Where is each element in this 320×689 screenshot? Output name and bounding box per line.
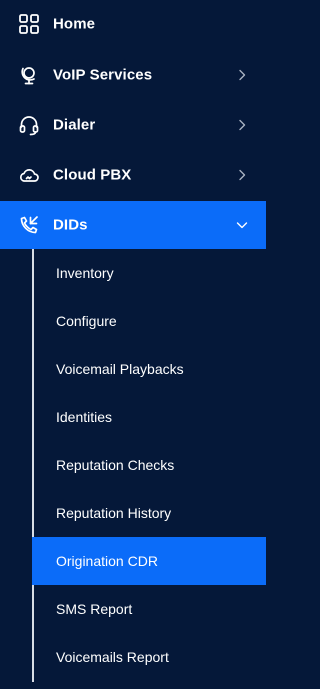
submenu-item-inventory[interactable]: Inventory <box>32 249 266 297</box>
sidebar-item-dids[interactable]: DIDs <box>0 201 266 249</box>
sidebar-item-label: Cloud PBX <box>53 166 132 184</box>
sidebar-item-cloud-pbx[interactable]: Cloud PBX <box>0 151 266 199</box>
chevron-right-icon <box>239 169 246 181</box>
sidebar-item-voip-services[interactable]: VoIP Services <box>0 51 266 99</box>
submenu-item-voicemail-playbacks[interactable]: Voicemail Playbacks <box>32 345 266 393</box>
submenu-item-label: Inventory <box>56 265 114 281</box>
chevron-right-icon <box>239 119 246 131</box>
submenu-item-voicemails-report[interactable]: Voicemails Report <box>32 633 266 681</box>
chevron-down-icon <box>236 222 248 229</box>
submenu-item-reputation-checks[interactable]: Reputation Checks <box>32 441 266 489</box>
submenu-item-sms-report[interactable]: SMS Report <box>32 585 266 633</box>
submenu-item-label: Voicemails Report <box>56 649 169 665</box>
phone-incoming-icon <box>20 216 38 234</box>
sidebar-item-dialer[interactable]: Dialer <box>0 101 266 149</box>
headset-icon <box>19 116 39 136</box>
globe-stand-icon <box>21 67 35 85</box>
submenu-item-label: Reputation Checks <box>56 457 175 473</box>
submenu-item-reputation-history[interactable]: Reputation History <box>32 489 266 537</box>
sidebar-item-label: Home <box>53 15 96 33</box>
submenu-item-label: Identities <box>56 409 113 425</box>
submenu-item-label: Voicemail Playbacks <box>56 361 184 377</box>
sidebar-item-home[interactable]: Home <box>0 0 266 48</box>
submenu-item-origination-cdr[interactable]: Origination CDR <box>32 537 266 585</box>
submenu-item-identities[interactable]: Identities <box>32 393 266 441</box>
submenu-item-label: Reputation History <box>56 505 172 521</box>
sidebar-nav: Home VoIP Services Dialer Cloud PBX DIDs… <box>0 0 266 689</box>
sidebar-item-label: DIDs <box>53 216 88 234</box>
sidebar-item-label: VoIP Services <box>53 66 153 84</box>
chevron-right-icon <box>239 69 246 81</box>
submenu-item-label: Origination CDR <box>56 553 158 569</box>
grid-icon <box>19 14 39 34</box>
sidebar-item-label: Dialer <box>53 116 96 134</box>
submenu-item-label: Configure <box>56 313 117 329</box>
submenu-item-label: SMS Report <box>56 601 133 617</box>
submenu-item-configure[interactable]: Configure <box>32 297 266 345</box>
cloud-icon <box>20 169 39 182</box>
